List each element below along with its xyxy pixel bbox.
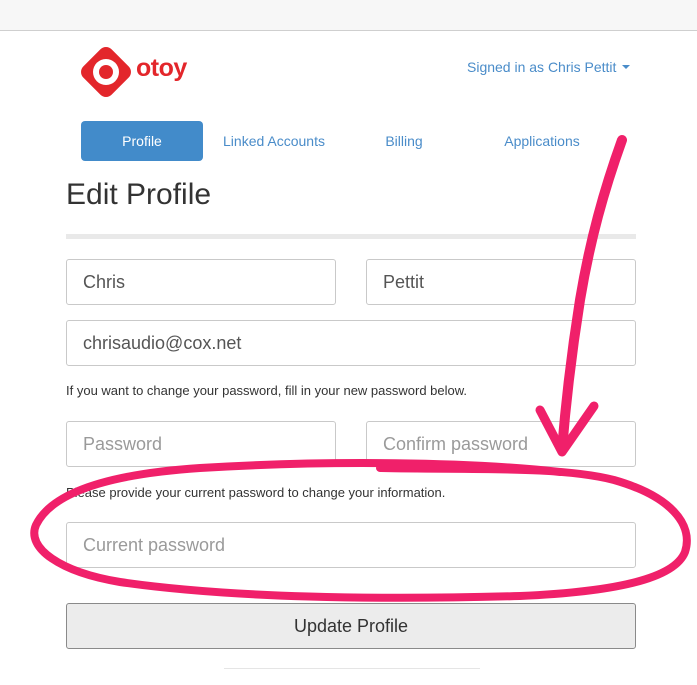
caret-down-icon xyxy=(622,65,631,69)
email-field[interactable] xyxy=(66,320,636,366)
signed-in-label: Signed in as Chris Pettit xyxy=(467,59,617,75)
otoy-logo-icon xyxy=(81,47,131,97)
confirm-password-field[interactable] xyxy=(366,421,636,467)
account-menu[interactable]: Signed in as Chris Pettit xyxy=(467,59,631,75)
otoy-logo[interactable]: otoy xyxy=(80,44,192,100)
footer-divider xyxy=(224,668,480,669)
tab-profile[interactable]: Profile xyxy=(81,121,203,161)
page-title: Edit Profile xyxy=(66,178,212,211)
current-password-help-text: Please provide your current password to … xyxy=(66,485,446,500)
tab-bar: Profile Linked Accounts Billing Applicat… xyxy=(0,121,697,161)
title-divider xyxy=(66,234,636,239)
last-name-field[interactable] xyxy=(366,259,636,305)
tab-linked-accounts[interactable]: Linked Accounts xyxy=(214,121,334,161)
password-field[interactable] xyxy=(66,421,336,467)
current-password-field[interactable] xyxy=(66,522,636,568)
browser-top-bar xyxy=(0,0,697,31)
tab-applications[interactable]: Applications xyxy=(482,121,602,161)
password-help-text: If you want to change your password, fil… xyxy=(66,383,468,398)
tab-billing[interactable]: Billing xyxy=(354,121,454,161)
update-profile-button[interactable]: Update Profile xyxy=(66,603,636,649)
brand-name: otoy xyxy=(136,54,187,82)
first-name-field[interactable] xyxy=(66,259,336,305)
